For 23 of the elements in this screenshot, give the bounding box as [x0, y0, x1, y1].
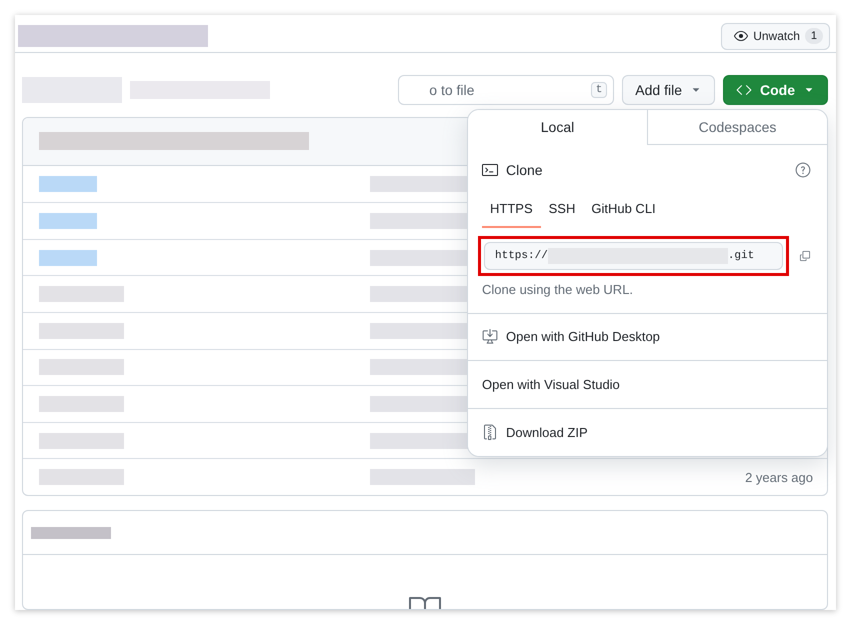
shortcut-key: t — [590, 82, 608, 98]
clone-heading: Clone — [506, 162, 543, 178]
terminal-icon — [482, 162, 498, 178]
menu-item[interactable]: Open with Visual Studio — [468, 361, 827, 409]
menu-tab[interactable]: Local — [468, 110, 647, 145]
eye-icon — [734, 29, 748, 44]
protocol-tab[interactable]: HTTPS — [482, 192, 541, 228]
protocol-tab[interactable]: SSH — [540, 192, 584, 228]
menu-item[interactable]: Open with GitHub Desktop — [468, 314, 827, 362]
unwatch-button[interactable]: Unwatch 1 — [721, 22, 830, 50]
menu-tab[interactable]: Codespaces — [647, 110, 827, 145]
desktop-download-icon — [482, 328, 498, 345]
protocol-tab[interactable]: GitHub CLI — [583, 192, 664, 228]
add-file-button[interactable]: Add file — [622, 74, 715, 105]
zip-file-icon — [482, 424, 498, 440]
clone-url-field[interactable]: https:// .git — [484, 242, 783, 270]
commit-time: 2 years ago — [745, 470, 813, 485]
code-button[interactable]: Code — [723, 74, 828, 105]
menu-item[interactable]: Download ZIP — [468, 408, 827, 456]
help-icon[interactable] — [795, 162, 811, 178]
watcher-count: 1 — [804, 28, 823, 44]
go-to-file-field[interactable]: o to file t — [398, 74, 614, 105]
clone-hint: Clone using the web URL. — [482, 282, 634, 297]
